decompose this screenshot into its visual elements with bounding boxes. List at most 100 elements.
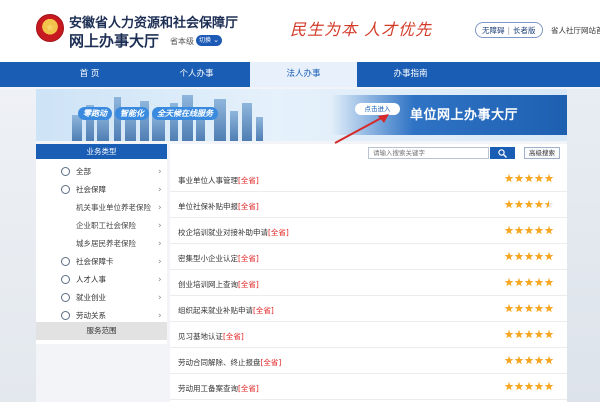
star-icon <box>544 225 554 235</box>
star-icon <box>534 303 544 313</box>
service-name-link[interactable]: 创业培训网上查询[全省] <box>178 279 259 290</box>
region-switch-button[interactable]: 切换 ⌄ <box>196 35 222 46</box>
service-name: 校企培训就业对接补助申请 <box>178 228 268 237</box>
service-row[interactable]: 劳动用工备案查询[全省] <box>170 374 567 400</box>
page-background-left <box>0 89 36 402</box>
sidebar-item-enterprise-insurance[interactable]: 企业职工社会保险 › <box>36 217 167 235</box>
sidebar-item-all[interactable]: 全部 › <box>36 163 167 181</box>
service-name-link[interactable]: 见习基地认证[全省] <box>178 331 244 342</box>
star-icon <box>534 277 544 287</box>
star-icon <box>504 329 514 339</box>
rating-stars <box>504 277 554 287</box>
business-type-sidebar: 业务类型 全部 › 社会保障 › 机关事业单位养老保险 › 企业职工社会保险 › 城乡居… <box>36 144 167 344</box>
sidebar-item-employment[interactable]: 就业创业 › <box>36 289 167 307</box>
star-icon <box>534 225 544 235</box>
service-name: 组织起来就业补贴申请 <box>178 306 253 315</box>
province-site-link[interactable]: 省人社厅网站首 <box>551 25 600 36</box>
star-icon <box>514 251 524 261</box>
rating-stars <box>504 199 554 209</box>
service-row[interactable]: 见习基地认证[全省] <box>170 322 567 348</box>
service-row[interactable]: 劳动合同解除、终止报盘[全省] <box>170 348 567 374</box>
service-scope-tab[interactable]: 服务范围 <box>36 322 167 340</box>
elderly-mode-link[interactable]: 长者版 <box>513 26 536 35</box>
building-illustration <box>256 117 263 141</box>
barrier-free-link[interactable]: 无障碍 <box>482 26 505 35</box>
building-illustration <box>230 111 238 141</box>
building-illustration <box>242 103 252 141</box>
sidebar-item-institution-pension[interactable]: 机关事业单位养老保险 › <box>36 199 167 217</box>
star-icon <box>544 277 554 287</box>
chevron-right-icon: › <box>158 257 162 267</box>
search-button[interactable] <box>490 147 515 159</box>
sidebar-item-label: 社会保障卡 <box>76 257 114 266</box>
grid-icon <box>61 167 70 176</box>
rating-stars <box>504 251 554 261</box>
briefcase-icon <box>61 293 70 302</box>
rating-stars <box>504 173 554 183</box>
service-name: 劳动合同解除、终止报盘 <box>178 358 261 367</box>
star-icon <box>524 199 534 209</box>
star-icon <box>544 251 554 261</box>
emblem-star: ★ <box>45 21 55 34</box>
star-icon <box>524 381 534 391</box>
star-icon <box>524 355 534 365</box>
service-row[interactable]: 校企培训就业对接补助申请[全省] <box>170 218 567 244</box>
star-icon <box>524 225 534 235</box>
sidebar-item-label: 人才人事 <box>76 275 106 284</box>
service-list-panel: 高级搜索 事业单位人事管理[全省]单位社保补贴申报[全省]校企培训就业对接补助申… <box>170 144 567 402</box>
star-icon <box>544 303 554 313</box>
star-icon <box>514 303 524 313</box>
chevron-right-icon: › <box>158 221 162 231</box>
star-icon <box>514 355 524 365</box>
site-header: ★ 安徽省人力资源和社会保障厅 网上办事大厅 省本级 切换 ⌄ 民生为本 人才优先… <box>0 0 600 62</box>
accessibility-links: 无障碍 | 长者版 <box>475 22 543 38</box>
star-icon <box>504 251 514 261</box>
star-icon <box>544 329 554 339</box>
nav-home[interactable]: 首 页 <box>36 62 143 87</box>
star-icon <box>504 303 514 313</box>
search-input[interactable] <box>368 147 489 159</box>
building-illustration <box>214 99 226 141</box>
service-row[interactable]: 组织起来就业补贴申请[全省] <box>170 296 567 322</box>
service-row[interactable]: 创业培训网上查询[全省] <box>170 270 567 296</box>
service-scope-tag: [全省] <box>238 254 259 263</box>
chevron-right-icon: › <box>158 275 162 285</box>
nav-corporate-affairs[interactable]: 法人办事 <box>250 62 357 87</box>
chevron-right-icon: › <box>158 185 162 195</box>
star-icon <box>514 277 524 287</box>
service-name-link[interactable]: 密集型小企业认定[全省] <box>178 253 259 264</box>
service-name: 事业单位人事管理 <box>178 176 238 185</box>
service-name-link[interactable]: 劳动合同解除、终止报盘[全省] <box>178 357 281 368</box>
handshake-icon <box>61 311 70 320</box>
nav-guide[interactable]: 办事指南 <box>357 62 464 87</box>
service-name-link[interactable]: 校企培训就业对接补助申请[全省] <box>178 227 289 238</box>
rating-stars <box>504 225 554 235</box>
service-name: 见习基地认证 <box>178 332 223 341</box>
sidebar-item-talent[interactable]: 人才人事 › <box>36 271 167 289</box>
chevron-right-icon: › <box>158 293 162 303</box>
sidebar-item-resident-pension[interactable]: 城乡居民养老保险 › <box>36 235 167 253</box>
star-icon <box>524 251 534 261</box>
service-name-link[interactable]: 事业单位人事管理[全省] <box>178 175 259 186</box>
star-icon <box>544 381 554 391</box>
star-icon <box>544 173 554 183</box>
sidebar-item-social-security[interactable]: 社会保障 › <box>36 181 167 199</box>
advanced-search-button[interactable]: 高级搜索 <box>524 147 560 159</box>
service-row[interactable]: 事业单位人事管理[全省] <box>170 166 567 192</box>
service-row[interactable]: 单位社保补贴申报[全省] <box>170 192 567 218</box>
sidebar-item-social-card[interactable]: 社会保障卡 › <box>36 253 167 271</box>
chevron-right-icon: › <box>158 239 162 249</box>
hall-title[interactable]: 单位网上办事大厅 <box>410 104 518 123</box>
nav-personal-affairs[interactable]: 个人办事 <box>143 62 250 87</box>
service-name: 劳动用工备案查询 <box>178 384 238 393</box>
service-name: 创业培训网上查询 <box>178 280 238 289</box>
banner-tag: 智能化 <box>115 107 149 120</box>
service-name-link[interactable]: 劳动用工备案查询[全省] <box>178 383 259 394</box>
star-icon <box>514 173 524 183</box>
level-label: 省本级 <box>170 37 194 46</box>
star-icon <box>514 225 524 235</box>
service-row[interactable]: 密集型小企业认定[全省] <box>170 244 567 270</box>
rating-stars <box>504 355 554 365</box>
service-name-link[interactable]: 组织起来就业补贴申请[全省] <box>178 305 274 316</box>
service-name-link[interactable]: 单位社保补贴申报[全省] <box>178 201 259 212</box>
